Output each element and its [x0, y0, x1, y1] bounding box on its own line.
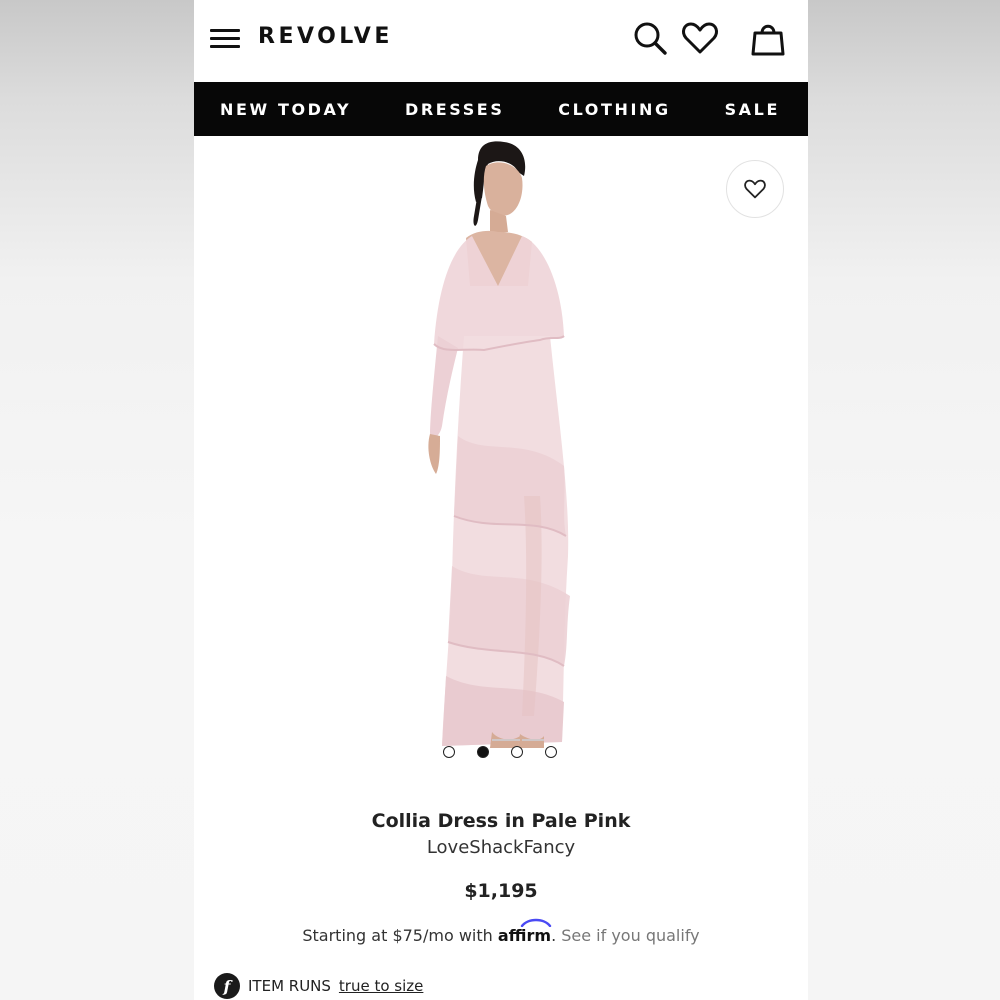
gallery-dot-1[interactable]: [443, 746, 455, 758]
backdrop-left: [0, 0, 194, 1000]
fit-label: ITEM RUNS: [248, 977, 331, 995]
shopping-bag-icon[interactable]: [748, 18, 788, 58]
gallery-pagination: [194, 746, 808, 760]
menu-icon[interactable]: [210, 29, 240, 49]
financing-message: Starting at $75/mo with affirm. See if y…: [194, 918, 808, 945]
product-price: $1,195: [464, 880, 538, 902]
fit-logo-icon: f: [214, 973, 240, 999]
phone-screen: REVOLVE NEW TODAY DRESSES CLOTHING SALE: [194, 0, 808, 1000]
affirm-arc-icon: [520, 918, 552, 927]
heart-outline-icon: [744, 179, 766, 199]
site-header: REVOLVE: [194, 0, 808, 82]
gallery-dot-2[interactable]: [477, 746, 489, 758]
product-gallery[interactable]: [194, 136, 808, 766]
nav-item-sale[interactable]: SALE: [725, 100, 780, 119]
true-to-size-link[interactable]: true to size: [339, 977, 423, 995]
search-icon[interactable]: [630, 18, 670, 58]
product-image: [428, 141, 570, 748]
nav-item-dresses[interactable]: DRESSES: [405, 100, 505, 119]
gallery-dot-4[interactable]: [545, 746, 557, 758]
add-to-wishlist-button[interactable]: [726, 160, 784, 218]
financing-prefix: Starting at $75/mo with: [302, 926, 498, 945]
product-brand-link[interactable]: LoveShackFancy: [194, 837, 808, 858]
heart-icon[interactable]: [680, 18, 720, 58]
fit-predictor: f ITEM RUNS true to size: [214, 972, 423, 1000]
see-if-you-qualify-link[interactable]: See if you qualify: [556, 926, 699, 945]
nav-item-new-today[interactable]: NEW TODAY: [220, 100, 351, 119]
product-name: Collia Dress in Pale Pink: [371, 810, 631, 832]
affirm-logo: affirm: [498, 918, 551, 945]
site-logo[interactable]: REVOLVE: [258, 24, 393, 49]
backdrop-right: [808, 0, 1000, 1000]
gallery-dot-3[interactable]: [511, 746, 523, 758]
category-nav: NEW TODAY DRESSES CLOTHING SALE: [194, 82, 808, 136]
nav-item-clothing[interactable]: CLOTHING: [558, 100, 671, 119]
